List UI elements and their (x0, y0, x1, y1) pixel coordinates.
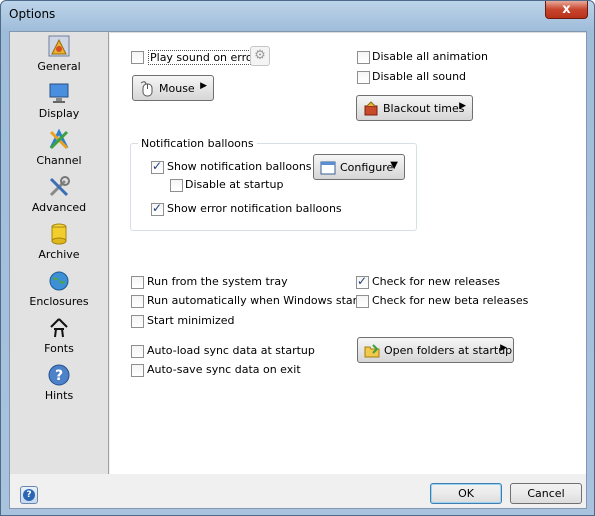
gear-icon: ⚙ (254, 48, 266, 63)
sound-settings-button[interactable]: ⚙ (250, 46, 270, 66)
autosave-checkbox[interactable] (131, 364, 144, 377)
blackout-times-label: Blackout times (383, 102, 465, 115)
run-auto-checkbox[interactable] (131, 295, 144, 308)
sidebar-item-label: Fonts (44, 342, 74, 355)
hints-icon: ? (48, 364, 70, 386)
disable-sound-checkbox[interactable] (357, 71, 370, 84)
dialog-footer: ? OK Cancel (10, 474, 586, 508)
sidebar-item-fonts[interactable]: Fonts (10, 316, 108, 362)
sidebar-item-label: Hints (44, 389, 74, 402)
channel-icon (49, 128, 69, 150)
window-icon (320, 161, 336, 175)
sidebar-item-label: Display (38, 107, 80, 120)
chevron-down-icon: ▼ (390, 160, 398, 171)
mouse-icon (140, 81, 153, 97)
blackout-icon (364, 101, 378, 116)
general-icon (48, 35, 70, 57)
disable-startup-label[interactable]: Disable at startup (185, 178, 283, 191)
show-balloons-label[interactable]: Show notification balloons (167, 160, 312, 173)
run-auto-label[interactable]: Run automatically when Windows starts (147, 294, 367, 307)
display-icon (49, 83, 69, 103)
sidebar-item-general[interactable]: General (10, 34, 108, 80)
open-folders-label: Open folders at startup (384, 344, 513, 357)
folder-icon (364, 344, 380, 358)
cancel-button[interactable]: Cancel (510, 483, 582, 504)
general-panel: Play sound on error ⚙ Mouse ▶ Disable al… (110, 32, 586, 474)
show-balloons-checkbox[interactable] (151, 159, 164, 174)
autosave-label[interactable]: Auto-save sync data on exit (147, 363, 301, 376)
sidebar-item-label: Archive (38, 248, 80, 261)
notification-group-title: Notification balloons (138, 137, 257, 150)
sidebar-item-archive[interactable]: Archive (10, 222, 108, 268)
open-folders-button[interactable]: Open folders at startup ▶ (357, 337, 514, 363)
show-error-balloons-label[interactable]: Show error notification balloons (167, 202, 342, 215)
advanced-icon (49, 176, 70, 197)
svg-text:?: ? (55, 368, 63, 384)
disable-startup-checkbox[interactable] (170, 179, 183, 192)
check-beta-checkbox[interactable] (356, 295, 369, 308)
sidebar-item-display[interactable]: Display (10, 81, 108, 127)
fonts-icon (50, 318, 68, 338)
run-tray-checkbox[interactable] (131, 276, 144, 289)
window-title: Options (9, 7, 56, 21)
disable-sound-label[interactable]: Disable all sound (372, 70, 466, 83)
blackout-times-button[interactable]: Blackout times ▶ (356, 95, 473, 121)
ok-button[interactable]: OK (430, 483, 502, 504)
autoload-label[interactable]: Auto-load sync data at startup (147, 344, 315, 357)
show-error-balloons-checkbox[interactable] (151, 201, 164, 216)
sidebar-item-label: Channel (36, 154, 82, 167)
title-bar[interactable]: Options x (1, 1, 594, 29)
mouse-button[interactable]: Mouse ▶ (132, 75, 214, 101)
check-beta-label[interactable]: Check for new beta releases (372, 294, 528, 307)
enclosures-icon (49, 271, 69, 291)
sidebar-item-channel[interactable]: Channel (10, 128, 108, 174)
close-icon: x (562, 2, 571, 17)
run-tray-label[interactable]: Run from the system tray (147, 275, 288, 288)
archive-icon (51, 223, 67, 245)
sidebar-item-label: Advanced (31, 201, 87, 214)
chevron-right-icon: ▶ (459, 101, 466, 111)
sidebar-item-advanced[interactable]: Advanced (10, 175, 108, 221)
chevron-right-icon: ▶ (200, 81, 207, 91)
configure-button[interactable]: Configure ▼ (313, 154, 405, 180)
sidebar-item-hints[interactable]: ? Hints (10, 363, 108, 409)
autoload-checkbox[interactable] (131, 345, 144, 358)
chevron-right-icon: ▶ (500, 343, 507, 353)
help-button[interactable]: ? (20, 486, 38, 504)
mouse-button-label: Mouse (159, 82, 195, 95)
start-minimized-label[interactable]: Start minimized (147, 314, 234, 327)
close-button[interactable]: x (545, 1, 588, 19)
play-sound-checkbox[interactable] (131, 51, 144, 64)
start-minimized-checkbox[interactable] (131, 315, 144, 328)
configure-label: Configure (340, 161, 394, 174)
dialog-client: General Display Channel Advanced Archive… (9, 31, 587, 509)
disable-animation-label[interactable]: Disable all animation (372, 50, 488, 63)
category-sidebar: General Display Channel Advanced Archive… (10, 32, 109, 474)
sidebar-item-label: Enclosures (29, 295, 89, 308)
check-releases-checkbox[interactable] (356, 274, 369, 289)
disable-animation-checkbox[interactable] (357, 51, 370, 64)
sidebar-item-enclosures[interactable]: Enclosures (10, 269, 108, 315)
check-releases-label[interactable]: Check for new releases (372, 275, 500, 288)
sidebar-item-label: General (37, 60, 81, 73)
help-icon: ? (23, 489, 35, 501)
play-sound-label[interactable]: Play sound on error (148, 50, 260, 65)
options-window: Options x General Display Channel Advanc… (0, 0, 595, 516)
